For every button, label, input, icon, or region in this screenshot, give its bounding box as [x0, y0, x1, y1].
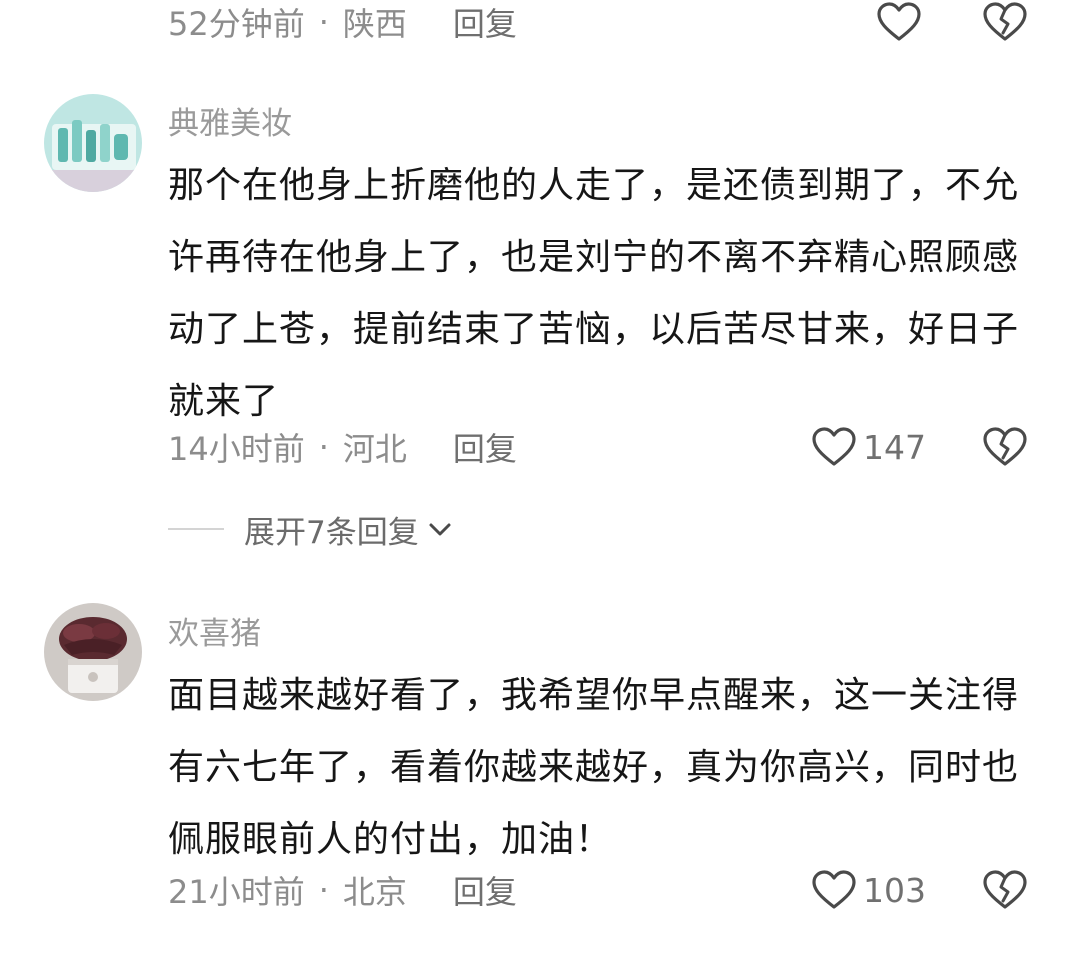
broken-heart-icon [983, 2, 1027, 41]
like-button[interactable]: 103 [811, 869, 926, 911]
meta-separator: · [318, 3, 329, 41]
comment-actions: 103 [811, 866, 1028, 914]
broken-heart-icon [983, 870, 1027, 909]
like-button[interactable] [876, 1, 922, 43]
heart-icon [812, 427, 856, 466]
comment-location: 北京 [342, 873, 407, 911]
meta-separator: · [318, 428, 329, 466]
dislike-button[interactable] [982, 869, 1028, 911]
comment-actions: 147 [811, 423, 1028, 471]
comment-location: 河北 [342, 430, 407, 468]
comment-text: 那个在他身上折磨他的人走了，是还债到期了，不允许再待在他身上了，也是刘宁的不离不… [168, 165, 1020, 422]
avatar[interactable] [44, 603, 142, 701]
comment-actions [876, 0, 1028, 46]
comment-location: 陕西 [342, 5, 407, 43]
username[interactable]: 典雅美妆 [168, 98, 292, 143]
comment-time: 21小时前 [168, 873, 305, 911]
like-count: 103 [863, 870, 926, 910]
username[interactable]: 欢喜猪 [168, 608, 261, 653]
divider-line [168, 528, 224, 530]
like-count: 147 [863, 427, 926, 467]
meta-separator: · [318, 871, 329, 909]
reply-button[interactable]: 回复 [453, 0, 517, 45]
like-button[interactable]: 147 [811, 426, 926, 468]
comment-text: 面目越来越好看了，我希望你早点醒来，这一关注得有六七年了，看着你越来越好，真为你… [168, 675, 1020, 860]
reply-button[interactable]: 回复 [453, 424, 517, 470]
reply-button[interactable]: 回复 [453, 867, 517, 913]
chevron-down-icon [429, 523, 451, 536]
heart-icon [877, 2, 921, 41]
heart-icon [812, 870, 856, 909]
expand-replies-button[interactable]: 展开7条回复 [168, 504, 455, 554]
avatar[interactable] [44, 94, 142, 192]
dislike-button[interactable] [982, 426, 1028, 468]
broken-heart-icon [983, 427, 1027, 466]
expand-replies-label: 展开7条回复 [244, 514, 419, 551]
comment-time: 52分钟前 [168, 5, 305, 43]
comment-time: 14小时前 [168, 430, 305, 468]
dislike-button[interactable] [982, 1, 1028, 43]
